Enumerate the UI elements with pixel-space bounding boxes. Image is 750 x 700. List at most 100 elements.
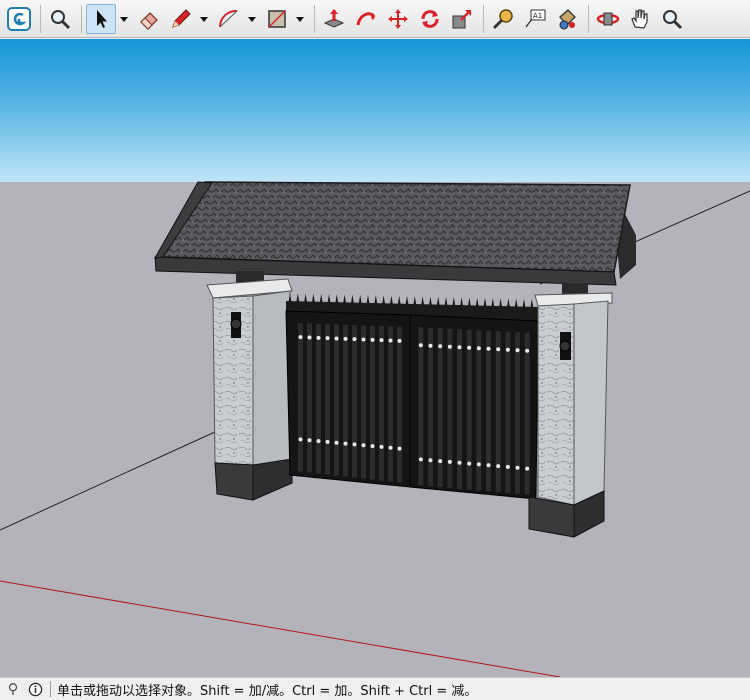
right-pillar-side bbox=[573, 300, 609, 506]
toolbar-separator bbox=[81, 4, 82, 33]
status-hint-text: 单击或拖动以选择对象。Shift = 加/减。Ctrl = 加。Shift + … bbox=[57, 683, 478, 699]
gate-bar bbox=[316, 323, 321, 474]
gate-bar bbox=[447, 328, 453, 488]
orbit-icon[interactable] bbox=[593, 4, 623, 34]
gate-rivet bbox=[316, 439, 321, 444]
eraser-icon[interactable] bbox=[134, 4, 164, 34]
gate-rivet bbox=[418, 343, 423, 348]
gate-bar bbox=[418, 327, 424, 486]
gate-rivet bbox=[370, 444, 375, 449]
gate-rivet bbox=[428, 458, 433, 463]
gate-rivet bbox=[397, 446, 402, 451]
gate-rivet bbox=[397, 338, 402, 343]
paint-bucket-icon[interactable] bbox=[552, 4, 582, 34]
right-wall-lantern bbox=[559, 332, 571, 360]
gate-bar bbox=[343, 324, 348, 477]
gate-rivet bbox=[467, 461, 472, 466]
gate-rivet bbox=[438, 344, 443, 349]
gate-rivet bbox=[447, 459, 452, 464]
gate-bar bbox=[370, 325, 375, 480]
svg-text:A1: A1 bbox=[533, 12, 542, 20]
push-pull-icon[interactable] bbox=[319, 4, 349, 34]
gate-rivet bbox=[515, 465, 520, 470]
gate-rivet bbox=[307, 335, 312, 340]
gate-rivet bbox=[467, 345, 472, 350]
toolbar-separator bbox=[314, 4, 315, 33]
tape-measure-icon[interactable] bbox=[488, 4, 518, 34]
gate-rivet bbox=[457, 345, 462, 350]
arc-icon[interactable] bbox=[214, 4, 244, 34]
zoom-icon[interactable] bbox=[45, 4, 75, 34]
right-pillar-bracket bbox=[562, 283, 588, 295]
gate-rivet bbox=[316, 335, 321, 340]
gate-rivet bbox=[505, 347, 510, 352]
gate-bar bbox=[428, 327, 433, 487]
follow-me-icon[interactable] bbox=[351, 4, 381, 34]
gate-bar bbox=[379, 326, 384, 481]
sketchup-logo-icon[interactable] bbox=[4, 4, 34, 34]
gate-rivet bbox=[486, 463, 491, 468]
gate-rivet bbox=[379, 444, 384, 449]
gate-rivet bbox=[298, 335, 303, 340]
gate-rivet bbox=[334, 336, 339, 341]
gate-rivet bbox=[343, 441, 348, 446]
gate-rivet bbox=[361, 443, 366, 448]
gate-rivet bbox=[525, 348, 530, 353]
left-pillar-base bbox=[214, 462, 254, 501]
rectangle-dropdown-arrow[interactable] bbox=[294, 4, 306, 34]
gate-rivet bbox=[325, 336, 330, 341]
gate-bar bbox=[388, 326, 393, 482]
sketchup-window: A1 单击或拖动以选择对象。Shift = 加/减。Ctrl = 加。Shift… bbox=[0, 0, 750, 700]
gate-bar bbox=[307, 323, 312, 473]
toolbar-separator bbox=[483, 4, 484, 33]
gate-rivet bbox=[418, 457, 423, 462]
left-wall-lantern bbox=[230, 312, 242, 338]
gate-bar bbox=[298, 323, 303, 472]
arc-dropdown-arrow[interactable] bbox=[246, 4, 258, 34]
gate-rivet bbox=[388, 445, 393, 450]
gate-model-scene bbox=[0, 39, 750, 677]
roof-shingles bbox=[161, 181, 631, 273]
gate-rivet bbox=[307, 438, 312, 443]
pan-hand-icon[interactable] bbox=[625, 4, 655, 34]
sky bbox=[0, 39, 750, 182]
info-icon[interactable] bbox=[26, 680, 44, 698]
gate-bar bbox=[352, 325, 357, 478]
iron-gate bbox=[285, 293, 539, 500]
scale-icon[interactable] bbox=[447, 4, 477, 34]
gate-rivet bbox=[457, 460, 462, 465]
select-arrow-icon[interactable] bbox=[86, 3, 116, 34]
gate-rivet bbox=[476, 346, 481, 351]
geolocation-icon[interactable] bbox=[4, 680, 22, 698]
gate-rivet bbox=[496, 464, 501, 469]
gate-rivet bbox=[476, 462, 481, 467]
select-dropdown-arrow[interactable] bbox=[118, 4, 130, 34]
gate-bar bbox=[457, 329, 462, 489]
gate-bar bbox=[397, 326, 402, 483]
gate-rivet bbox=[388, 338, 393, 343]
left-pillar-side bbox=[252, 290, 291, 466]
pencil-dropdown-arrow[interactable] bbox=[198, 4, 210, 34]
gate-rivet bbox=[298, 437, 303, 442]
gate-rivet bbox=[505, 464, 510, 469]
gate-bar bbox=[466, 329, 472, 490]
toolbar-separator bbox=[40, 4, 41, 33]
gate-rivet bbox=[447, 344, 452, 349]
pencil-line-icon[interactable] bbox=[166, 4, 196, 34]
gate-rivet bbox=[370, 337, 375, 342]
main-toolbar: A1 bbox=[0, 0, 750, 38]
move-icon[interactable] bbox=[383, 4, 413, 34]
gate-rivet bbox=[352, 337, 357, 342]
gate-rivet bbox=[438, 459, 443, 464]
gate-rivet bbox=[343, 336, 348, 341]
rectangle-icon[interactable] bbox=[262, 4, 292, 34]
zoom-window-icon[interactable] bbox=[657, 4, 687, 34]
text-label-icon[interactable]: A1 bbox=[520, 4, 550, 34]
rotate-icon[interactable] bbox=[415, 4, 445, 34]
model-viewport[interactable] bbox=[0, 39, 750, 677]
gate-rivet bbox=[325, 439, 330, 444]
toolbar-separator bbox=[588, 4, 589, 33]
status-bar: 单击或拖动以选择对象。Shift = 加/减。Ctrl = 加。Shift + … bbox=[0, 677, 750, 700]
gate-rivet bbox=[515, 348, 520, 353]
gate-rivet bbox=[496, 347, 501, 352]
